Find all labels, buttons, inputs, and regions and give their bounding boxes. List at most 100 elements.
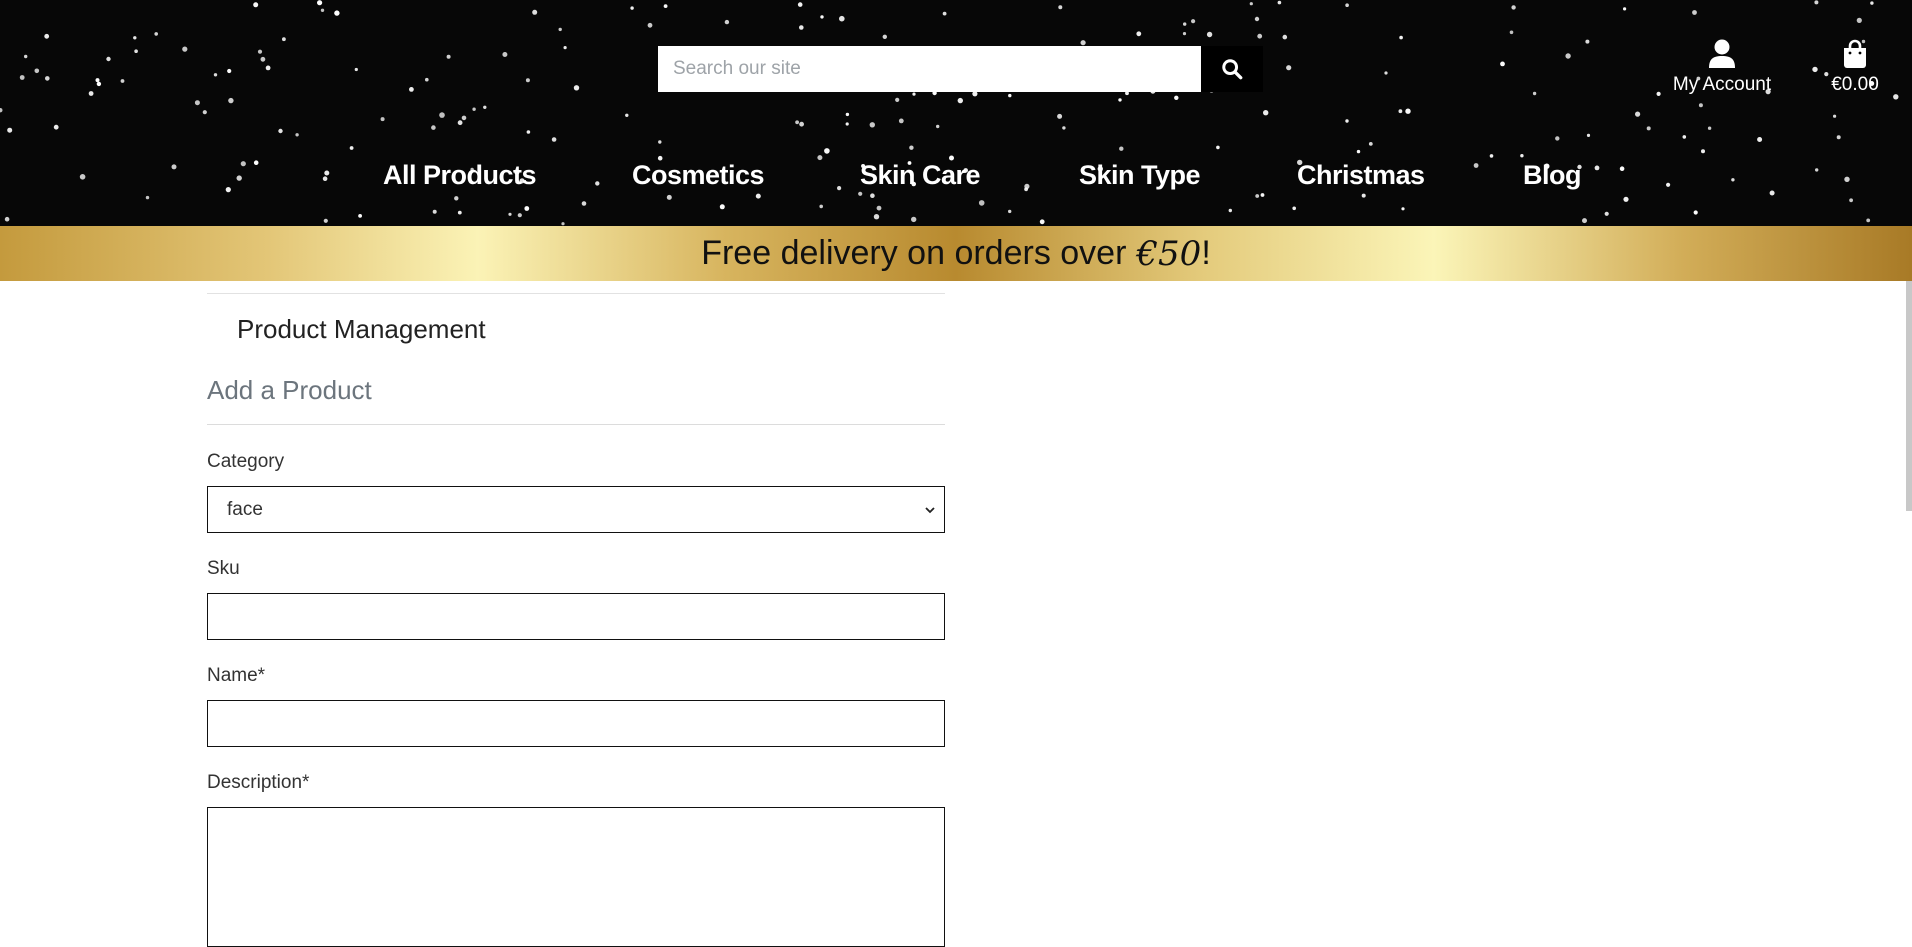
shopping-cart-link[interactable]: €0.00 [1818,38,1892,96]
star-dot [909,145,914,150]
star-dot [1585,39,1590,44]
nav-skin-care[interactable]: Skin Care [860,160,981,191]
star-dot [517,213,522,218]
star-dot [1511,5,1516,10]
star-dot [1118,98,1122,102]
star-dot [320,8,325,12]
star-dot [1249,2,1253,6]
star-dot [797,2,803,7]
star-dot [1080,40,1086,46]
star-dot [845,112,850,117]
star-dot [873,214,880,220]
star-dot [658,140,662,144]
category-select[interactable]: face [207,486,945,533]
star-dot [88,91,94,96]
star-dot [845,122,849,126]
star-dot [1604,211,1609,216]
star-dot [354,67,358,72]
star-dot [44,33,50,39]
star-dot [799,25,804,30]
star-dot [461,115,467,121]
star-dot [213,73,218,77]
star-dot [133,36,137,40]
star-dot [472,107,476,111]
banner-suffix: ! [1201,234,1211,272]
star-dot [1368,142,1373,146]
my-account-link[interactable]: My Account [1660,38,1784,96]
star-dot [1345,3,1349,7]
star-dot [1401,207,1405,211]
star-dot [1183,22,1187,26]
star-dot [532,9,538,15]
name-input[interactable] [207,700,945,747]
star-dot [1500,61,1505,67]
star-dot [439,112,445,118]
star-dot [154,32,158,36]
star-dot [1292,206,1296,211]
star-dot [942,11,947,16]
star-dot [1701,149,1705,154]
category-label: Category [207,451,285,472]
nav-cosmetics[interactable]: Cosmetics [632,160,765,191]
star-dot [1182,31,1187,36]
star-dot [1693,210,1698,215]
my-account-label: My Account [1672,74,1772,95]
divider [207,293,945,294]
search-button[interactable] [1201,46,1263,92]
description-label: Description* [207,772,310,793]
star-dot [182,46,188,52]
star-dot [1565,53,1571,59]
star-dot [1399,35,1403,40]
star-dot [1582,218,1587,224]
star-dot [1757,137,1763,142]
star-dot [820,15,824,19]
page-title: Product Management [237,314,486,344]
star-dot [349,146,354,150]
star-dot [1814,0,1819,5]
star-dot [334,10,340,16]
page-scrollbar[interactable] [1906,281,1912,511]
star-dot [120,79,125,83]
star-dot [558,27,562,32]
page-subtitle: Add a Product [207,375,372,405]
search-input[interactable] [658,46,1201,92]
user-icon [1709,39,1735,68]
star-dot [1398,109,1403,114]
nav-christmas[interactable]: Christmas [1297,160,1425,191]
star-dot [936,124,940,129]
star-dot [1586,133,1591,137]
star-dot [282,37,286,42]
star-dot [724,19,730,25]
star-dot [1856,17,1862,23]
star-dot [1039,219,1045,225]
star-dot [1532,91,1537,96]
star-dot [1057,113,1063,119]
star-dot [1062,126,1066,130]
star-dot [1008,93,1012,98]
star-dot [1509,30,1514,35]
star-dot [24,54,28,59]
star-dot [483,105,487,110]
sku-label: Sku [207,558,240,579]
star-dot [1228,208,1233,213]
star-dot [317,0,323,6]
site-header: My Account €0.00 All Products Cosmetics … [0,0,1912,226]
star-dot [1174,95,1179,101]
star-dot [96,81,102,87]
divider [207,424,945,425]
star-dot [228,97,234,104]
description-textarea[interactable] [207,807,945,947]
nav-skin-type[interactable]: Skin Type [1079,160,1201,191]
star-dot [1870,1,1874,5]
star-dot [573,85,580,91]
star-dot [1286,65,1292,71]
star-dot [19,75,25,80]
banner-threshold-amount: €50 [1136,233,1202,274]
star-dot [278,128,283,134]
nav-blog[interactable]: Blog [1523,160,1582,191]
star-dot [106,56,111,62]
star-dot [34,68,40,74]
star-dot [1707,126,1712,130]
sku-input[interactable] [207,593,945,640]
nav-all-products[interactable]: All Products [383,160,537,191]
